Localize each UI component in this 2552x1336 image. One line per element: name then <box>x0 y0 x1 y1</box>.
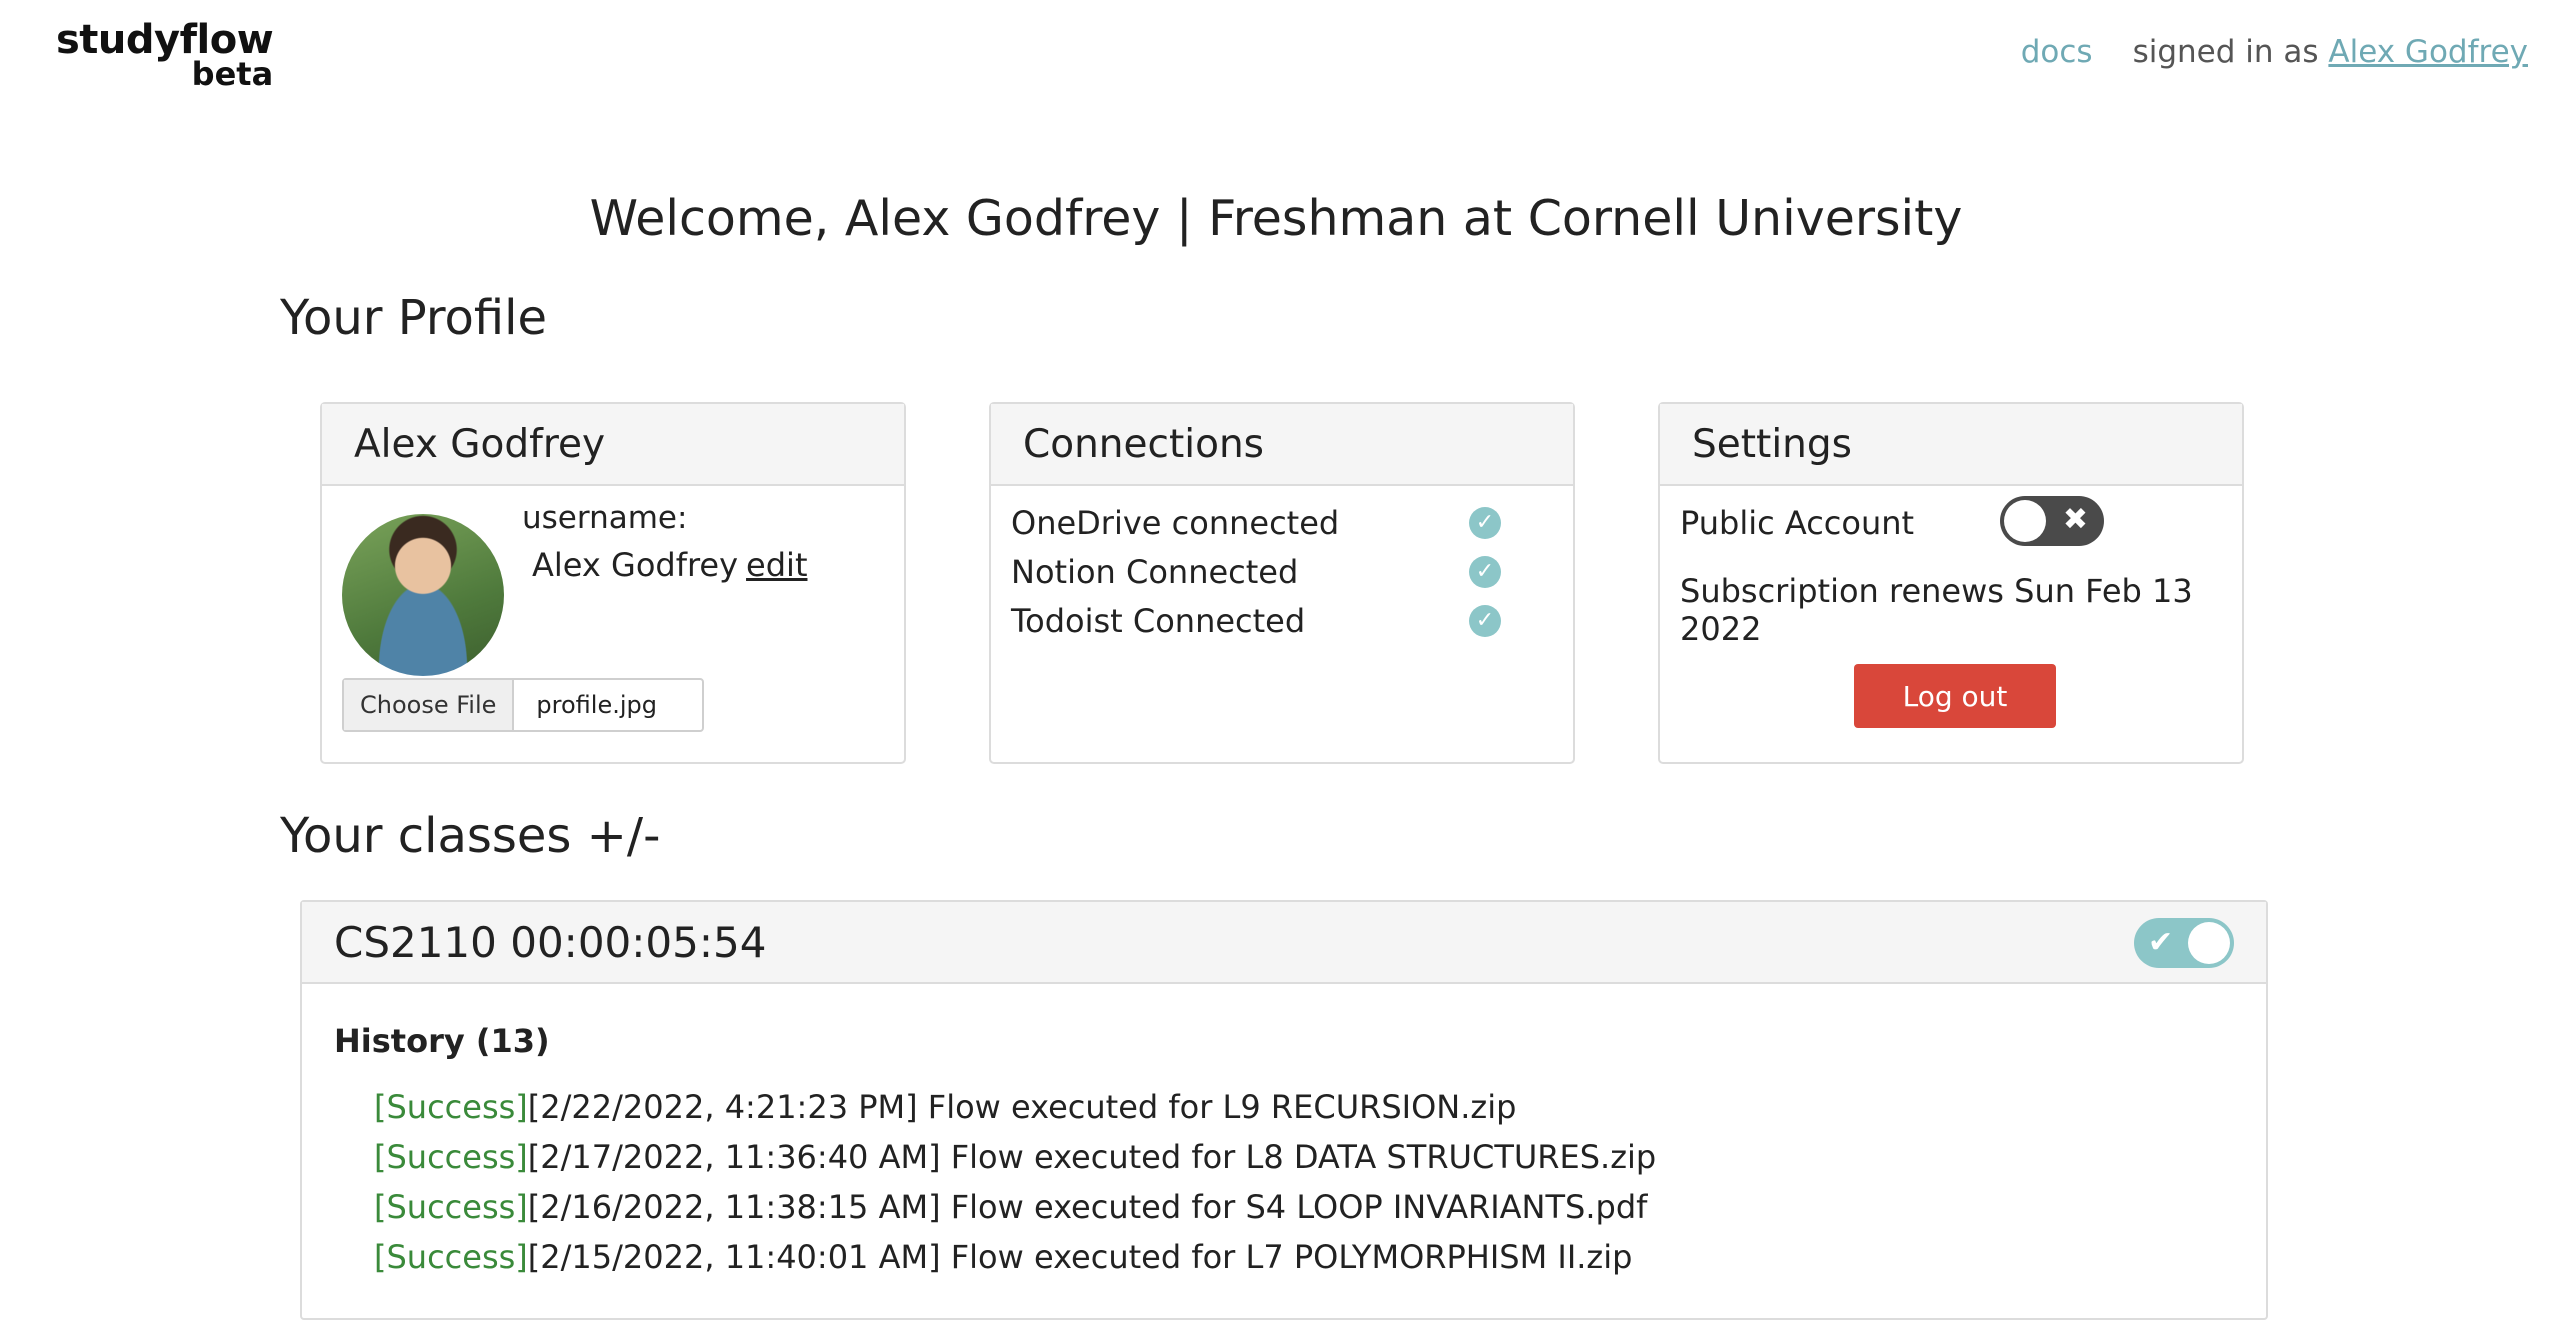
settings-card-title: Settings <box>1660 404 2242 486</box>
edit-username-link[interactable]: edit <box>746 546 807 584</box>
history-item: [Success][2/22/2022, 4:21:23 PM] Flow ex… <box>374 1082 1656 1132</box>
class-enabled-toggle[interactable]: ✔ <box>2134 918 2234 968</box>
logout-button[interactable]: Log out <box>1854 664 2056 728</box>
avatar <box>342 514 504 676</box>
username-value: Alex Godfrey <box>532 546 739 584</box>
settings-card: Settings Public Account ✖ Subscription r… <box>1658 402 2244 764</box>
history-status: [Success] <box>374 1188 528 1226</box>
toggle-knob <box>2188 922 2230 964</box>
x-icon: ✖ <box>2062 502 2088 537</box>
top-navigation: docs signed in as Alex Godfrey <box>2021 34 2528 70</box>
class-card-header: CS2110 00:00:05:54 ✔ <box>302 902 2266 984</box>
brand-name: studyflow <box>56 17 274 63</box>
signed-in-status: signed in as Alex Godfrey <box>2133 34 2528 70</box>
selected-file-name: profile.jpg <box>536 691 657 719</box>
classes-section-title[interactable]: Your classes +/- <box>280 808 660 864</box>
choose-file-button[interactable]: Choose File <box>344 680 515 730</box>
welcome-message: Welcome, Alex Godfrey | Freshman at Corn… <box>589 190 1963 247</box>
public-account-label: Public Account <box>1680 504 1915 542</box>
connection-item-onedrive: OneDrive connected ✓ <box>1011 504 1501 542</box>
check-icon: ✓ <box>1469 507 1501 539</box>
profile-file-input[interactable]: Choose File profile.jpg <box>342 678 704 732</box>
studyflow-logo[interactable]: studyflow beta <box>56 17 274 90</box>
history-text: [2/15/2022, 11:40:01 AM] Flow executed f… <box>527 1238 1633 1276</box>
subscription-renewal: Subscription renews Sun Feb 13 2022 <box>1680 572 2193 648</box>
history-item: [Success][2/15/2022, 11:40:01 AM] Flow e… <box>374 1232 1656 1282</box>
public-account-toggle[interactable]: ✖ <box>2000 496 2104 546</box>
history-status: [Success] <box>374 1238 528 1276</box>
connections-card: Connections OneDrive connected ✓ Notion … <box>989 402 1575 764</box>
history-item: [Success][2/16/2022, 11:38:15 AM] Flow e… <box>374 1182 1656 1232</box>
profile-card-title: Alex Godfrey <box>322 404 904 486</box>
connection-label: OneDrive connected <box>1011 504 1340 542</box>
username-label: username: <box>522 500 688 536</box>
toggle-knob <box>2004 500 2046 542</box>
history-status: [Success] <box>374 1088 528 1126</box>
signed-in-prefix: signed in as <box>2132 34 2319 70</box>
history-status: [Success] <box>374 1138 528 1176</box>
connections-card-title: Connections <box>991 404 1573 486</box>
history-text: [2/17/2022, 11:36:40 AM] Flow executed f… <box>527 1138 1657 1176</box>
class-title: CS2110 00:00:05:54 <box>334 918 767 967</box>
class-card: CS2110 00:00:05:54 ✔ History (13) [Succe… <box>300 900 2268 1320</box>
username-display: Alex Godfrey edit <box>532 546 807 584</box>
history-list: [Success][2/22/2022, 4:21:23 PM] Flow ex… <box>374 1082 1656 1282</box>
check-icon: ✔ <box>2148 925 2174 960</box>
history-item: [Success][2/17/2022, 11:36:40 AM] Flow e… <box>374 1132 1656 1182</box>
connection-item-todoist: Todoist Connected ✓ <box>1011 602 1501 640</box>
connection-label: Notion Connected <box>1011 553 1299 591</box>
profile-section-title: Your Profile <box>280 290 547 346</box>
history-title: History (13) <box>334 1022 550 1060</box>
profile-card: Alex Godfrey username: Alex Godfrey edit … <box>320 402 906 764</box>
history-text: [2/16/2022, 11:38:15 AM] Flow executed f… <box>527 1188 1648 1226</box>
check-icon: ✓ <box>1469 556 1501 588</box>
docs-link[interactable]: docs <box>2021 34 2093 70</box>
current-user-link[interactable]: Alex Godfrey <box>2328 34 2528 70</box>
connection-label: Todoist Connected <box>1011 602 1306 640</box>
history-text: [2/22/2022, 4:21:23 PM] Flow executed fo… <box>527 1088 1517 1126</box>
check-icon: ✓ <box>1469 605 1501 637</box>
connection-item-notion: Notion Connected ✓ <box>1011 553 1501 591</box>
